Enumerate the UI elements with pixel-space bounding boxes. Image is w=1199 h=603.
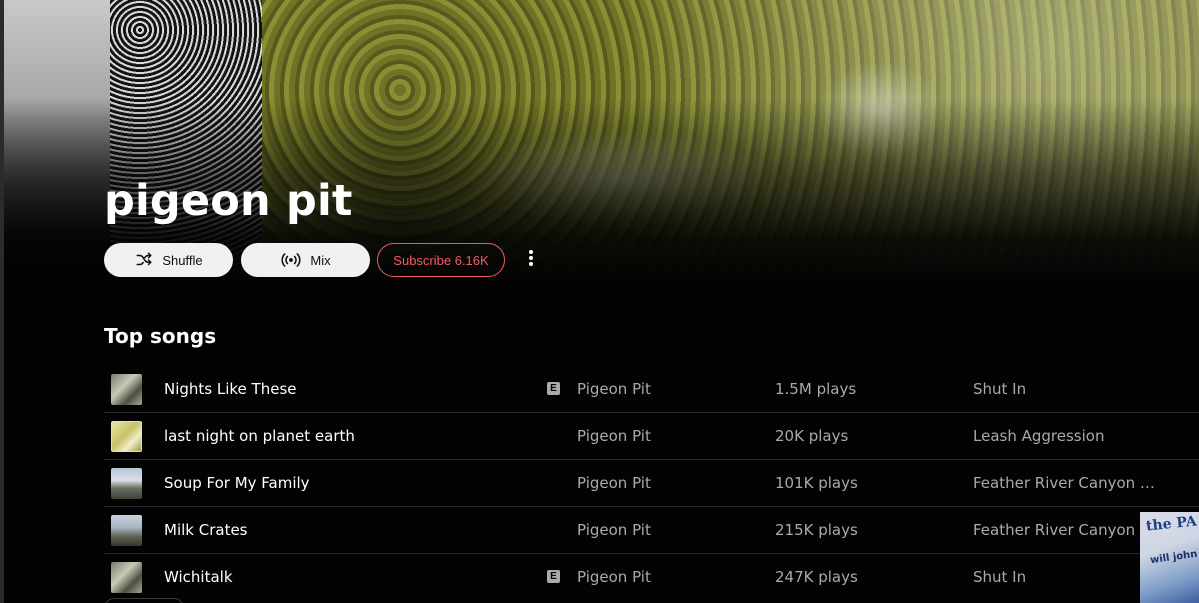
explicit-icon: E [547, 570, 560, 583]
song-album[interactable]: Leash Aggression [973, 427, 1159, 445]
song-thumbnail[interactable] [111, 421, 142, 452]
more-vertical-icon [528, 249, 534, 272]
song-thumbnail[interactable] [111, 515, 142, 546]
song-album[interactable]: Shut In [973, 380, 1159, 398]
subscribe-label: Subscribe 6.16K [393, 252, 489, 268]
song-title[interactable]: Wichitalk [164, 568, 233, 586]
top-songs-list: Nights Like These E Pigeon Pit 1.5M play… [104, 366, 1199, 600]
song-plays: 215K plays [775, 521, 858, 539]
song-artist[interactable]: Pigeon Pit [577, 427, 651, 445]
song-row[interactable]: Soup For My Family Pigeon Pit 101K plays… [104, 460, 1199, 507]
song-thumbnail[interactable] [111, 468, 142, 499]
shuffle-label: Shuffle [162, 252, 203, 268]
song-artist[interactable]: Pigeon Pit [577, 568, 651, 586]
album-card-title: the PA [1145, 513, 1198, 535]
song-thumbnail[interactable] [111, 562, 142, 593]
song-album[interactable]: Feather River Canyon Blues [973, 474, 1159, 492]
artist-name: pigeon pit [104, 176, 353, 226]
song-row[interactable]: Wichitalk E Pigeon Pit 247K plays Shut I… [104, 554, 1199, 600]
artist-page: pigeon pit Shuffle Mix Subscribe 6.16K T… [0, 0, 1199, 603]
song-plays: 247K plays [775, 568, 858, 586]
radio-broadcast-icon [280, 251, 302, 269]
song-row[interactable]: Milk Crates Pigeon Pit 215K plays Feathe… [104, 507, 1199, 554]
left-edge-divider [0, 0, 4, 603]
song-title[interactable]: Milk Crates [164, 521, 248, 539]
shuffle-icon [134, 251, 154, 269]
song-plays: 20K plays [775, 427, 849, 445]
explicit-icon: E [547, 382, 560, 395]
song-title[interactable]: Nights Like These [164, 380, 297, 398]
song-plays: 1.5M plays [775, 380, 857, 398]
artist-banner-image [0, 0, 1199, 280]
show-all-button[interactable] [104, 598, 184, 603]
song-title[interactable]: Soup For My Family [164, 474, 310, 492]
song-artist[interactable]: Pigeon Pit [577, 380, 651, 398]
song-album[interactable]: Shut In [973, 568, 1159, 586]
album-card-thumbnail[interactable]: the PA will john [1140, 512, 1199, 603]
banner-gradient-overlay [0, 0, 1199, 280]
song-artist[interactable]: Pigeon Pit [577, 474, 651, 492]
song-row[interactable]: last night on planet earth Pigeon Pit 20… [104, 413, 1199, 460]
song-thumbnail[interactable] [111, 374, 142, 405]
song-album[interactable]: Feather River Canyon Blues [973, 521, 1159, 539]
top-songs-heading: Top songs [104, 324, 217, 348]
song-plays: 101K plays [775, 474, 858, 492]
mix-label: Mix [310, 252, 331, 268]
song-row[interactable]: Nights Like These E Pigeon Pit 1.5M play… [104, 366, 1199, 413]
shuffle-button[interactable]: Shuffle [104, 243, 233, 277]
more-options-button[interactable] [519, 248, 543, 272]
mix-button[interactable]: Mix [241, 243, 370, 277]
subscribe-button[interactable]: Subscribe 6.16K [377, 243, 505, 277]
song-artist[interactable]: Pigeon Pit [577, 521, 651, 539]
album-card-subtitle: will john [1149, 548, 1199, 567]
song-title[interactable]: last night on planet earth [164, 427, 355, 445]
